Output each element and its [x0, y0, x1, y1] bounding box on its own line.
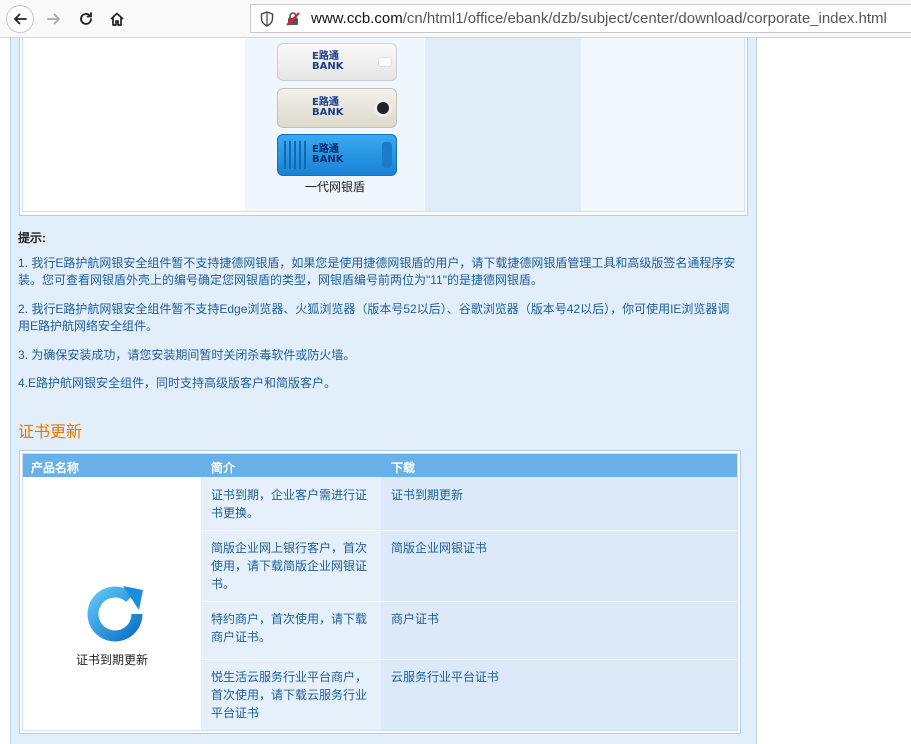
usb-key-table-inner: E路通 BANK E路通 BANK E路通 BANK 一代网银盾: [22, 38, 745, 212]
usb-logo: E路通 BANK: [312, 98, 343, 118]
usb-cap: [382, 142, 392, 168]
cert-table: 产品名称 简介 下载 证书到期更新 证书到期，企业客户需进行证书更换。 证书到期…: [19, 450, 741, 734]
home-button[interactable]: [103, 5, 131, 33]
row-description: 证书到期，企业客户需进行证书更换。: [211, 488, 368, 520]
row-divider: [201, 601, 737, 602]
usb-key-blue-image: E路通 BANK: [277, 134, 397, 176]
usb-cap: [378, 57, 392, 67]
header-description: 简介: [211, 461, 236, 475]
usb-key-caption: 一代网银盾: [304, 180, 365, 194]
address-bar[interactable]: www.ccb.com/cn/html1/office/ebank/dzb/su…: [250, 4, 911, 33]
usb-logo-sub: BANK: [312, 154, 344, 165]
url-text[interactable]: www.ccb.com/cn/html1/office/ebank/dzb/su…: [311, 10, 887, 27]
arrow-right-icon: [47, 13, 60, 25]
row-description: 悦生活云服务行业平台商户，首次使用，请下载云服务行业平台证书: [211, 670, 368, 720]
home-icon: [110, 12, 124, 26]
header-download: 下载: [391, 461, 416, 475]
row-description: 简版企业网上银行客户，首次使用，请下载简版企业网银证书。: [211, 541, 368, 591]
shield-icon[interactable]: [257, 9, 277, 29]
download-link-renew[interactable]: 证书到期更新: [391, 486, 463, 504]
row-divider: [201, 530, 737, 531]
usb-key-cream-image: E路通 BANK: [277, 88, 397, 128]
usb-logo-sub: BANK: [312, 107, 344, 118]
content-column: E路通 BANK E路通 BANK E路通 BANK 一代网银盾 提示: 1. 我行E…: [10, 38, 757, 744]
usb-logo: E路通 BANK: [312, 145, 343, 165]
tip-item: 2. 我行E路护航网银安全组件暂不支持Edge浏览器、火狐浏览器（版本号52以后…: [18, 302, 730, 333]
reload-icon: [80, 12, 92, 25]
url-domain: www.ccb.com: [311, 10, 403, 27]
url-path: /cn/html1/office/ebank/dzb/subject/cente…: [402, 10, 887, 27]
table-cell: [23, 38, 245, 211]
usb-logo: E路通 BANK: [312, 52, 343, 72]
download-link-merchant-cert[interactable]: 商户证书: [391, 610, 439, 628]
page-viewport: E路通 BANK E路通 BANK E路通 BANK 一代网银盾 提示: 1. 我行E…: [0, 38, 911, 744]
download-link-cloud-cert[interactable]: 云服务行业平台证书: [391, 668, 499, 686]
arrow-left-icon: [14, 13, 27, 25]
tip-item: 3. 为确保安装成功，请您安装期间暂时关闭杀毒软件或防火墙。: [18, 348, 356, 362]
usb-key-white-image: E路通 BANK: [277, 43, 397, 81]
usb-grip: [284, 141, 306, 169]
header-product-name: 产品名称: [31, 461, 80, 475]
product-label: 证书到期更新: [75, 653, 148, 667]
usb-cap: [374, 99, 392, 117]
row-description: 特约商户，首次使用，请下载商户证书。: [211, 612, 368, 644]
usb-key-table: E路通 BANK E路通 BANK E路通 BANK 一代网银盾: [19, 38, 748, 216]
tip-item: 4.E路护航网银安全组件，同时支持高级版客户和简版客户。: [18, 376, 337, 390]
row-divider: [201, 659, 737, 660]
browser-toolbar: www.ccb.com/cn/html1/office/ebank/dzb/su…: [0, 0, 911, 38]
download-link-simple-cert[interactable]: 简版企业网银证书: [391, 539, 487, 557]
cert-section-heading: 证书更新: [18, 422, 83, 441]
insecure-lock-icon[interactable]: [283, 9, 303, 29]
table-cell: [425, 38, 581, 211]
cert-table-header: 产品名称 简介 下载: [23, 454, 737, 477]
refresh-icon: [87, 586, 143, 642]
download-column: [381, 477, 737, 730]
back-button[interactable]: [6, 5, 34, 33]
table-cell: [581, 38, 744, 211]
product-cell: 证书到期更新: [23, 477, 201, 730]
forward-button[interactable]: [40, 5, 68, 33]
tips-title: 提示:: [18, 231, 46, 245]
cert-table-inner: 产品名称 简介 下载 证书到期更新 证书到期，企业客户需进行证书更换。 证书到期…: [22, 453, 738, 731]
usb-logo-sub: BANK: [312, 61, 344, 72]
reload-button[interactable]: [72, 5, 100, 33]
tip-item: 1. 我行E路护航网银安全组件暂不支持捷德网银盾，如果您是使用捷德网银盾的用户，…: [18, 256, 736, 287]
